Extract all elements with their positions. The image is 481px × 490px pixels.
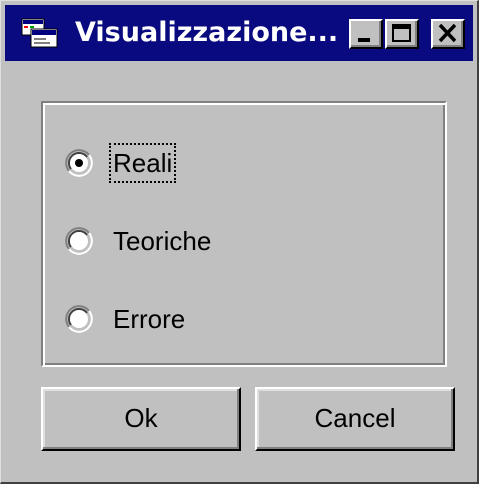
maximize-button[interactable]	[385, 19, 419, 49]
radio-label-reali[interactable]: Reali	[108, 143, 177, 183]
window-title: Visualizzazione...	[75, 17, 339, 48]
radio-unchecked-icon[interactable]	[65, 305, 93, 333]
radio-label-errore[interactable]: Errore	[111, 301, 187, 337]
radio-label-teoriche[interactable]: Teoriche	[111, 223, 213, 259]
ok-button[interactable]: Ok	[41, 387, 241, 451]
dialog-window: Visualizzazione... Reali Teoriche Errore…	[0, 0, 479, 484]
app-window-icon[interactable]	[21, 17, 61, 49]
minimize-button[interactable]	[349, 19, 383, 49]
title-bar[interactable]: Visualizzazione...	[5, 5, 473, 61]
close-button[interactable]	[431, 19, 465, 49]
cancel-button[interactable]: Cancel	[255, 387, 455, 451]
radio-unchecked-icon[interactable]	[65, 227, 93, 255]
radio-checked-icon[interactable]	[65, 149, 93, 177]
options-group	[41, 101, 447, 367]
